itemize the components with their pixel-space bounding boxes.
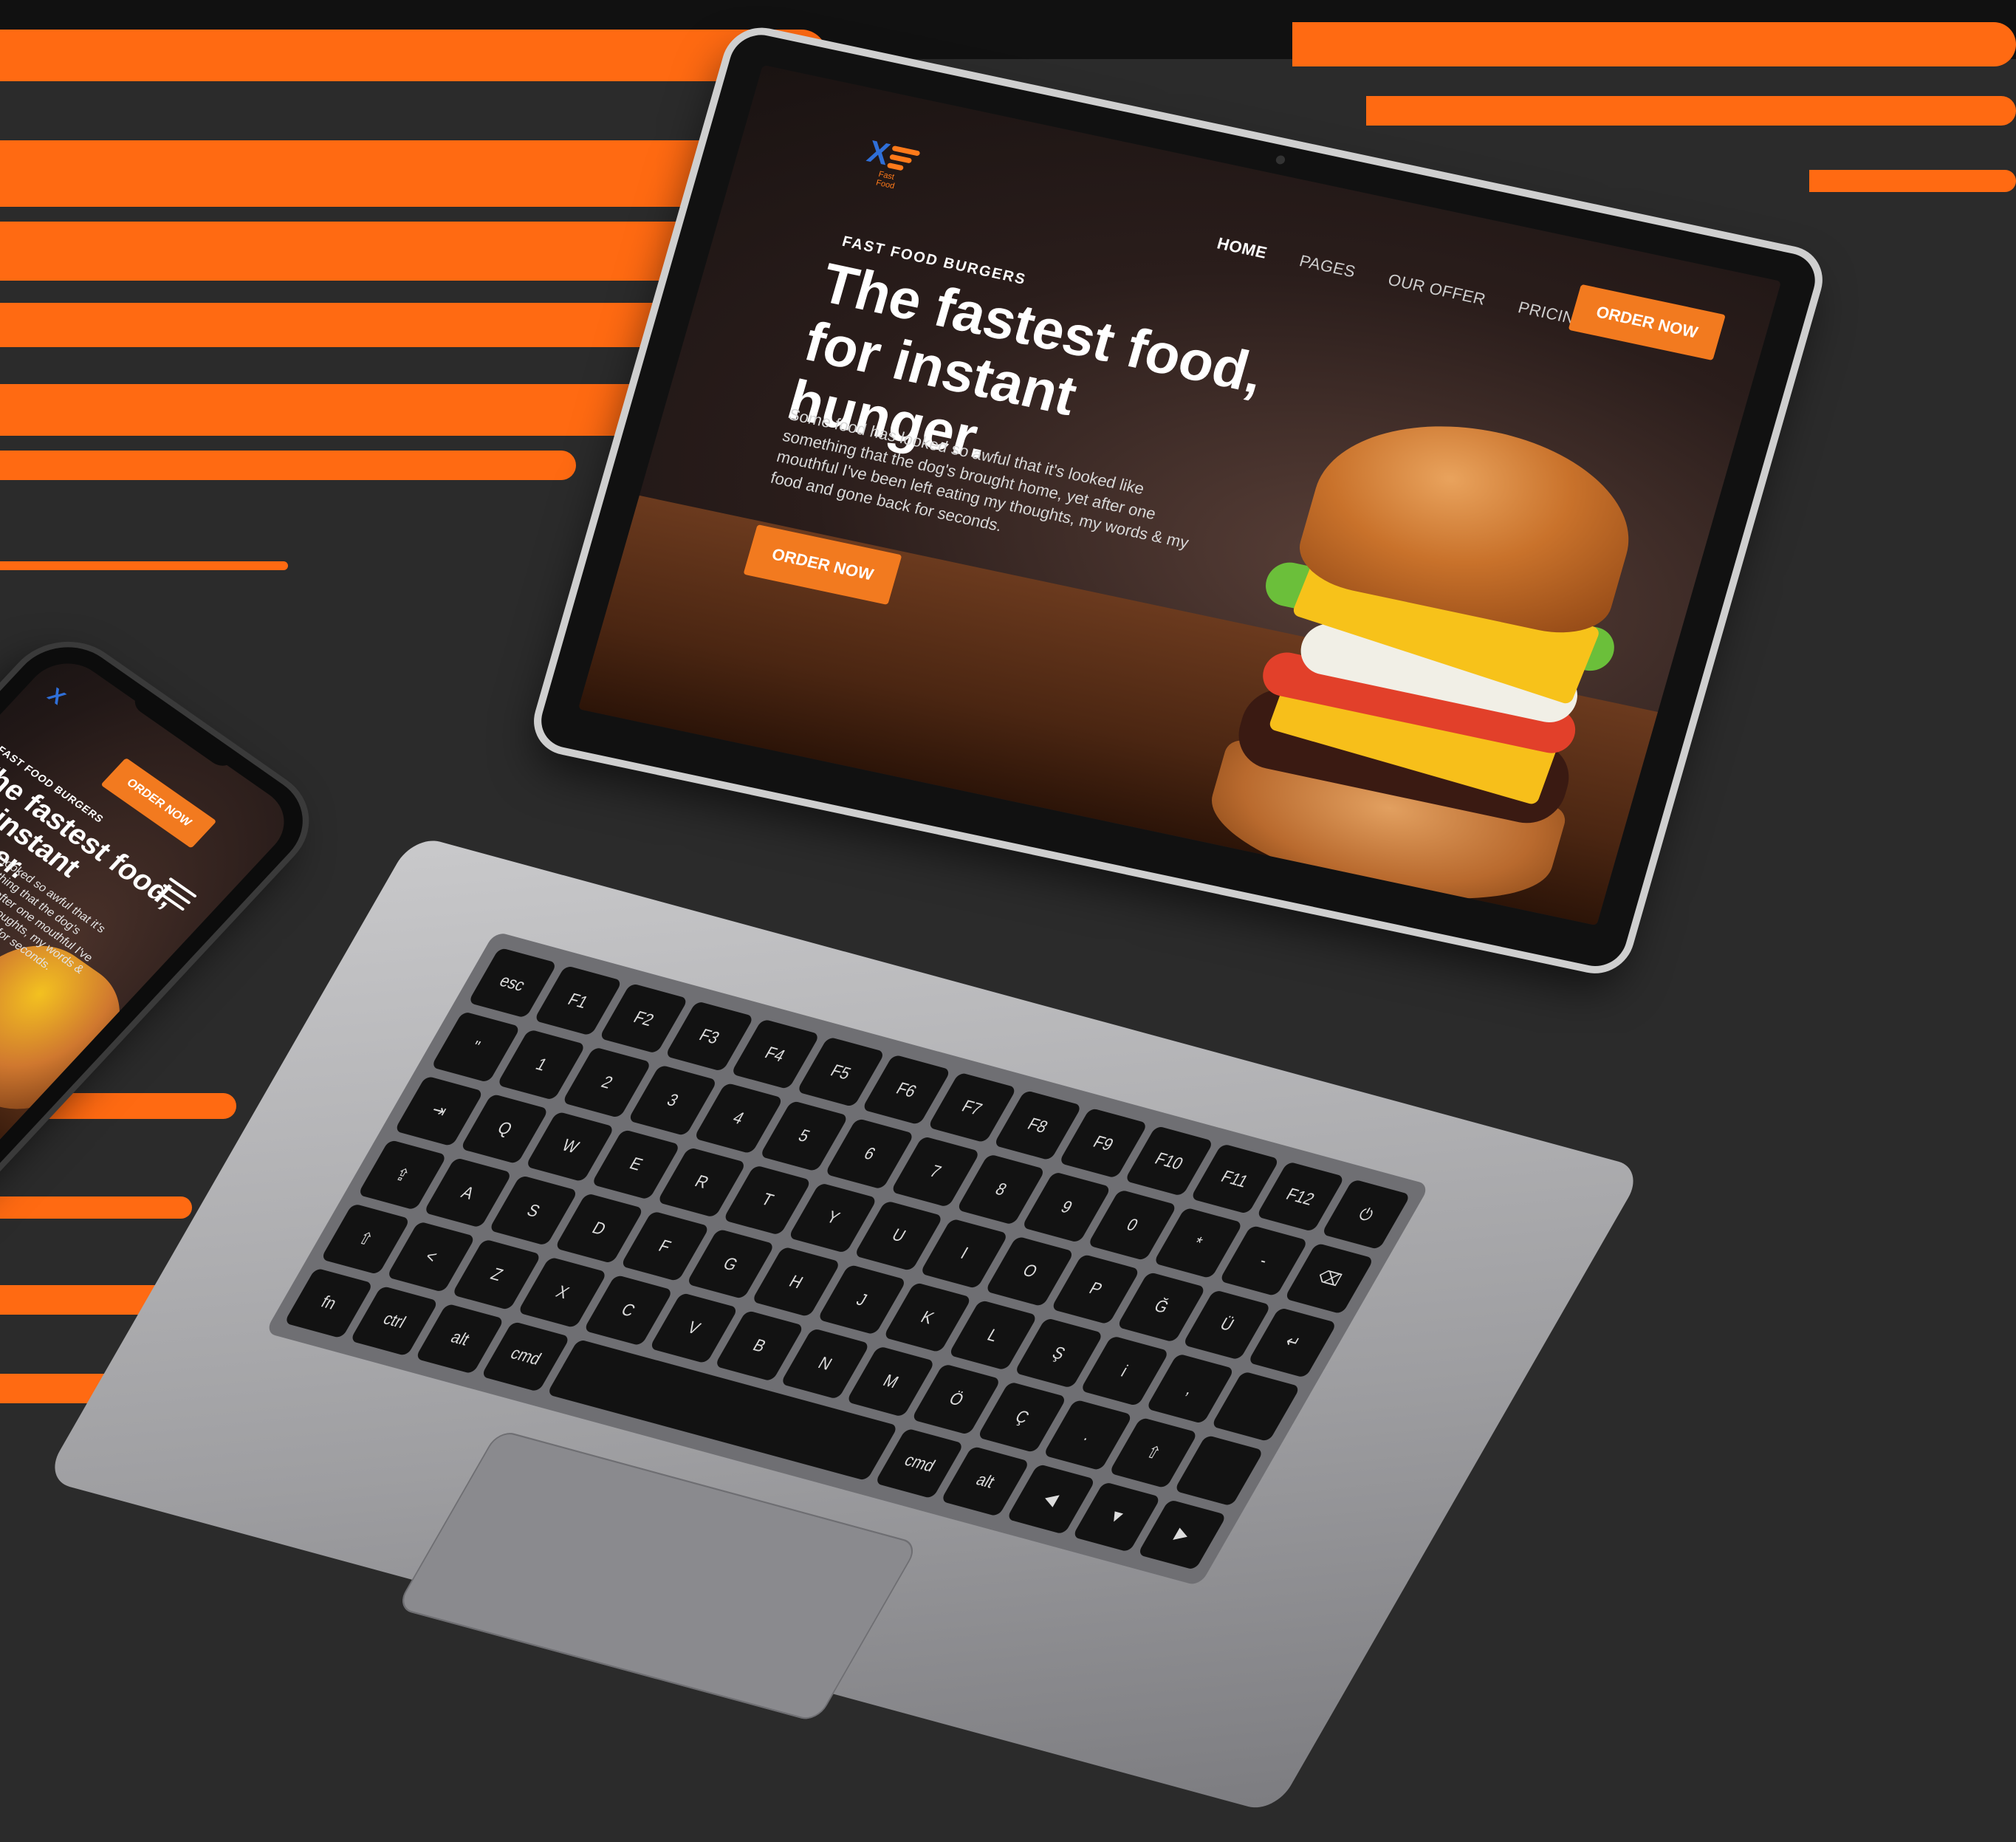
laptop-keyboard: esc F1 F2 F3 F4 F5 F6 F7 F8 F9 F10 F11 F… [264,931,1430,1586]
laptop-lid: X Fast Food HOME PAGES OUR OFFER PRICING… [534,30,1823,972]
camera-icon [1275,154,1286,165]
site-logo[interactable]: X [43,684,71,709]
header-order-now-button[interactable]: ORDER NOW [100,757,217,849]
nav-pages[interactable]: PAGES [1297,251,1358,281]
laptop-website-screen: X Fast Food HOME PAGES OUR OFFER PRICING… [577,64,1782,926]
header-order-now-button[interactable]: ORDER NOW [1568,284,1726,361]
laptop-base: esc F1 F2 F3 F4 F5 F6 F7 F8 F9 F10 F11 F… [43,835,1645,1814]
nav-home[interactable]: HOME [1215,234,1269,263]
site-logo[interactable]: X Fast Food [861,134,924,191]
logo-text: Fast Food [874,169,896,191]
nav-our-offer[interactable]: OUR OFFER [1386,270,1488,309]
